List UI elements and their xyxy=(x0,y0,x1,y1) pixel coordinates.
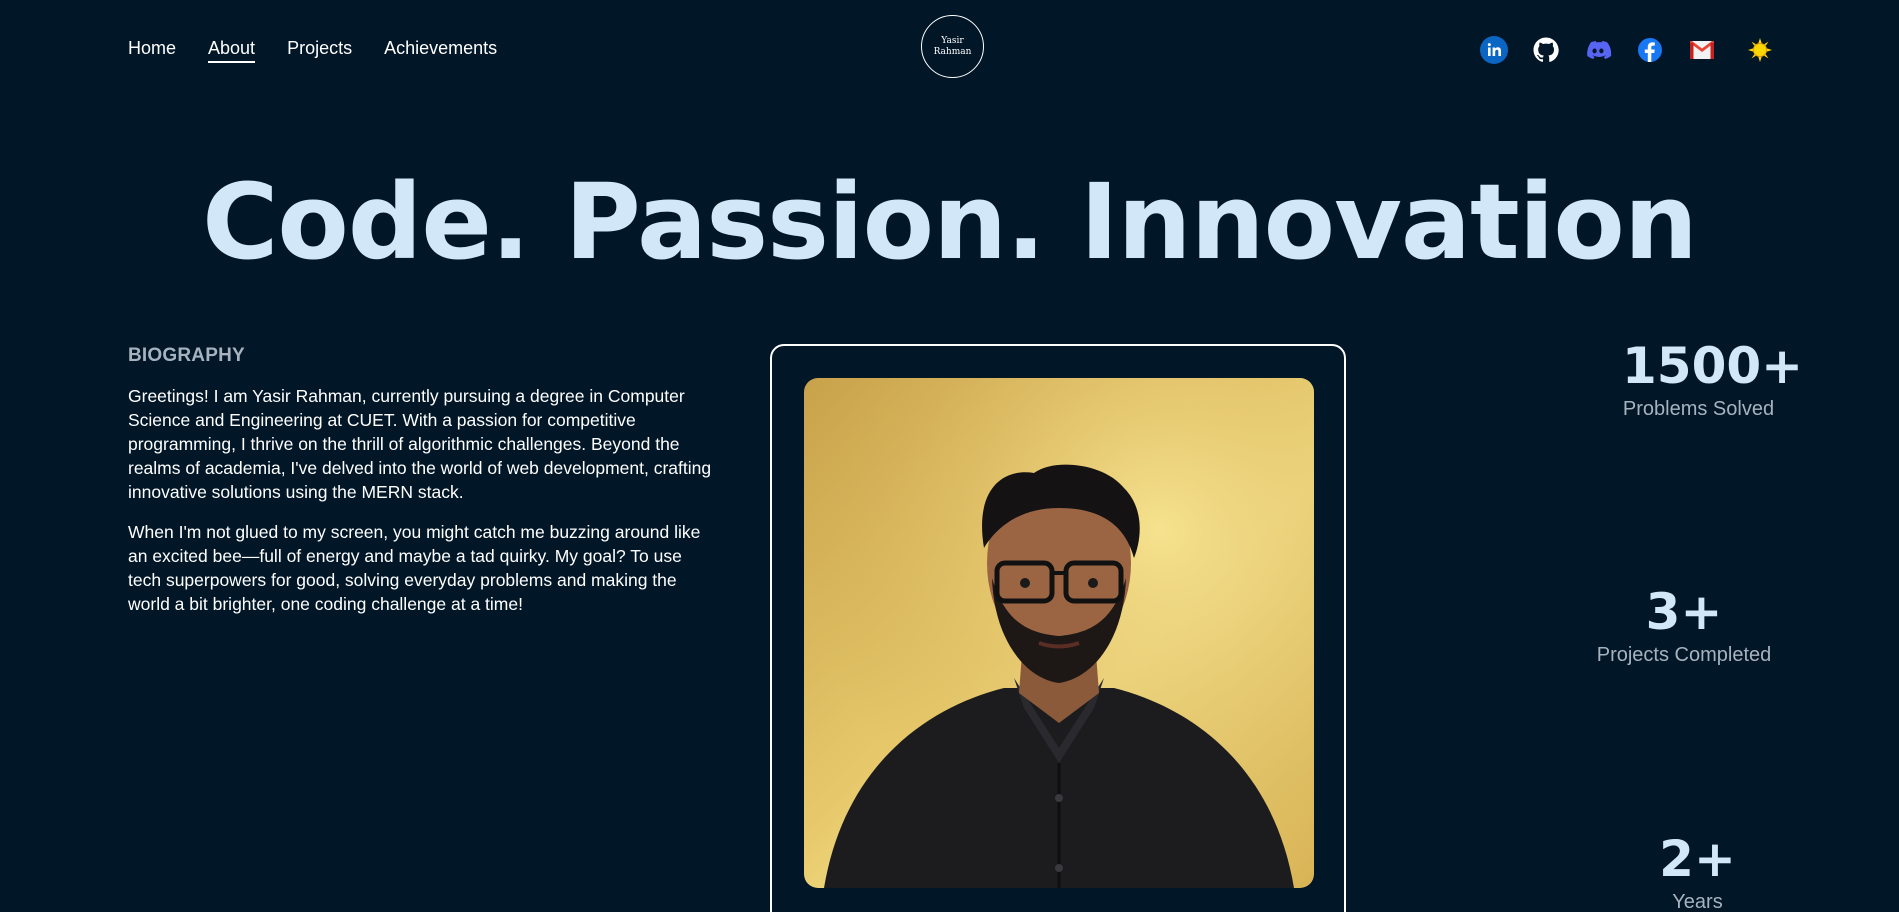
stat-value: 1500+ xyxy=(1622,337,1804,395)
profile-photo xyxy=(804,378,1314,888)
nav-link-home[interactable]: Home xyxy=(128,38,176,63)
gmail-icon[interactable] xyxy=(1688,36,1716,64)
profile-photo-frame xyxy=(770,344,1346,912)
stat-label: Years Experience xyxy=(1672,891,1723,912)
sun-icon[interactable] xyxy=(1746,36,1774,64)
nav-links: Home About Projects Achievements xyxy=(128,38,497,63)
nav-link-projects[interactable]: Projects xyxy=(287,38,352,63)
logo-line-2: Rahman xyxy=(933,46,972,57)
discord-icon[interactable] xyxy=(1584,36,1612,64)
nav-link-achievements[interactable]: Achievements xyxy=(384,38,497,63)
biography-paragraph-1: Greetings! I am Yasir Rahman, currently … xyxy=(128,386,712,502)
biography-title: BIOGRAPHY xyxy=(128,345,245,366)
stat-value: 2+ xyxy=(1659,830,1736,888)
stat-label: Projects Completed xyxy=(1596,644,1772,666)
stat-label: Problems Solved xyxy=(1622,398,1775,420)
stat-projects-completed: 3+ Projects Completed xyxy=(1593,582,1775,667)
profile-photo-illustration xyxy=(804,378,1314,888)
site-logo[interactable]: Yasir Rahman xyxy=(921,15,984,78)
linkedin-icon[interactable] xyxy=(1480,36,1508,64)
social-links xyxy=(1480,36,1774,64)
page-headline: Code. Passion. Innovation xyxy=(202,161,1698,283)
top-navigation: Home About Projects Achievements Yasir R… xyxy=(0,0,1899,100)
about-page: Home About Projects Achievements Yasir R… xyxy=(0,0,1899,912)
nav-link-about[interactable]: About xyxy=(208,38,256,63)
logo-line-1: Yasir xyxy=(941,35,964,46)
stat-years-experience: 2+ Years Experience xyxy=(1620,829,1775,912)
biography-section: BIOGRAPHY Greetings! I am Yasir Rahman, … xyxy=(128,345,718,632)
stat-problems-solved: 1500+ Problems Solved xyxy=(1622,336,1804,421)
stat-value: 3+ xyxy=(1645,583,1723,641)
biography-paragraph-2: When I'm not glued to my screen, you mig… xyxy=(128,522,701,614)
github-icon[interactable] xyxy=(1532,36,1560,64)
facebook-icon[interactable] xyxy=(1636,36,1664,64)
